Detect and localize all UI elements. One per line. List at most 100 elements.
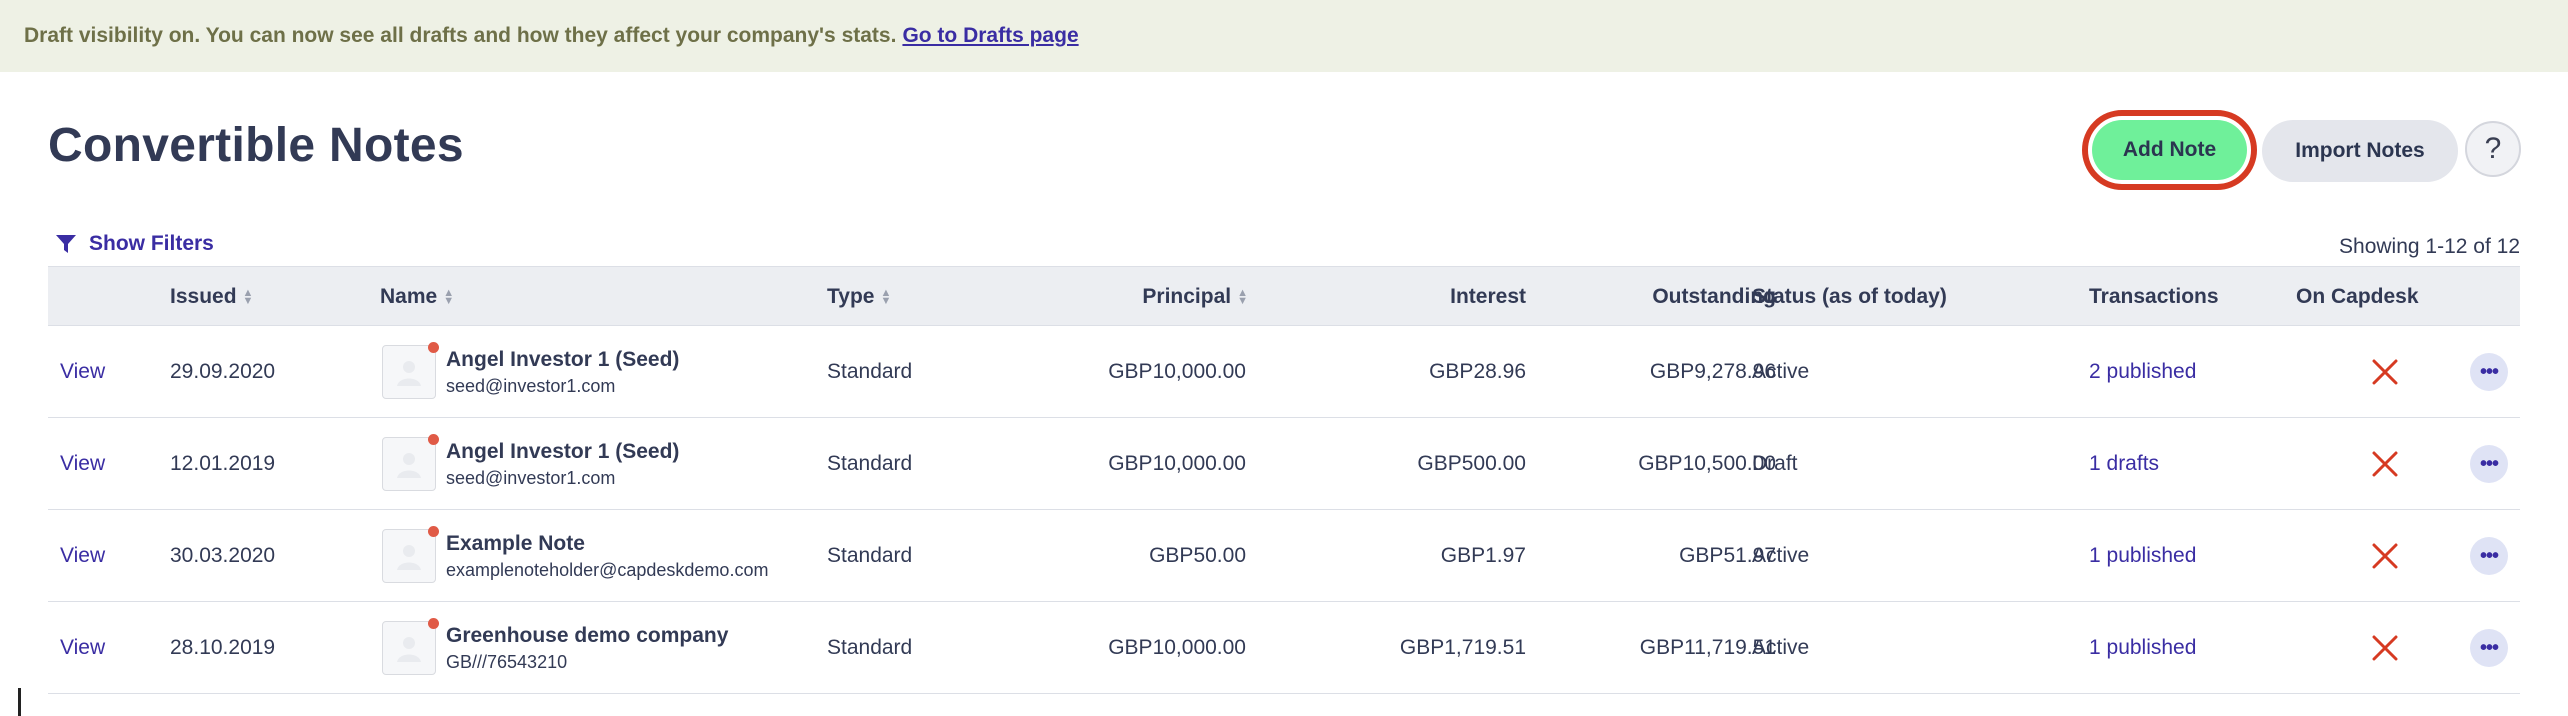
table-row: View 12.01.2019 Angel Investor 1 (Seed) … — [48, 418, 2520, 510]
col-interest: Interest — [1278, 267, 1526, 327]
issued-date: 30.03.2020 — [170, 544, 276, 567]
sort-icon: ▲ ▼ — [443, 287, 455, 307]
more-icon: ••• — [2479, 544, 2499, 567]
cross-icon — [2372, 543, 2398, 569]
col-principal[interactable]: Principal ▲ ▼ — [1048, 267, 1248, 327]
status-value: Draft — [1752, 452, 1798, 475]
avatar — [382, 618, 439, 675]
issued-date: 28.10.2019 — [170, 636, 276, 659]
sort-icon: ▲ ▼ — [1237, 287, 1248, 307]
holder-email: GB///76543210 — [446, 651, 568, 672]
issued-date: 29.09.2020 — [170, 360, 276, 383]
col-issued-label: Issued — [170, 285, 237, 308]
principal-value: GBP10,000.00 — [1108, 360, 1246, 383]
interest-value: GBP1.97 — [1440, 544, 1526, 567]
help-button[interactable]: ? — [2465, 121, 2521, 177]
import-notes-button[interactable]: Import Notes — [2262, 120, 2458, 182]
col-principal-label: Principal — [1142, 285, 1232, 308]
principal-value: GBP10,000.00 — [1108, 452, 1246, 475]
avatar — [382, 434, 439, 491]
note-type: Standard — [827, 636, 913, 659]
more-options-button[interactable]: ••• — [2470, 353, 2508, 391]
note-type: Standard — [827, 360, 913, 383]
note-type: Standard — [827, 544, 913, 567]
more-icon: ••• — [2479, 452, 2499, 475]
add-note-highlight: Add Note — [2082, 110, 2257, 190]
avatar — [382, 526, 439, 583]
more-options-button[interactable]: ••• — [2470, 537, 2508, 575]
transactions-link[interactable]: 1 published — [2089, 636, 2196, 660]
status-dot — [428, 342, 439, 353]
cross-icon — [2372, 359, 2398, 385]
page-title: Convertible Notes — [48, 119, 464, 172]
table-row: View 30.03.2020 Example Note examplenote… — [48, 510, 2520, 602]
holder-name[interactable]: Example Note — [446, 532, 768, 556]
holder-email: seed@investor1.com — [446, 375, 616, 396]
col-outstanding: Outstanding — [1528, 267, 1776, 327]
interest-value: GBP28.96 — [1429, 360, 1526, 383]
col-status-label: Status (as of today) — [1752, 285, 1947, 308]
sort-icon: ▲ ▼ — [242, 287, 254, 307]
help-icon: ? — [2484, 132, 2502, 165]
draft-visibility-banner: Draft visibility on. You can now see all… — [0, 0, 2568, 72]
table-body: View 29.09.2020 Angel Investor 1 (Seed) … — [48, 326, 2520, 694]
banner-text: Draft visibility on. You can now see all… — [24, 24, 897, 47]
notes-table: Issued ▲ ▼ Name ▲ ▼ Type ▲ ▼ Principal ▲ ▼ I… — [48, 266, 2520, 694]
more-options-button[interactable]: ••• — [2470, 445, 2508, 483]
col-on-capdesk-label: On Capdesk — [2296, 285, 2419, 308]
view-link[interactable]: View — [60, 360, 105, 384]
table-header: Issued ▲ ▼ Name ▲ ▼ Type ▲ ▼ Principal ▲ ▼ I… — [48, 266, 2520, 326]
transactions-link[interactable]: 1 published — [2089, 544, 2196, 568]
status-dot — [428, 526, 439, 537]
principal-value: GBP50.00 — [1149, 544, 1246, 567]
more-icon: ••• — [2479, 360, 2499, 383]
status-value: Active — [1752, 636, 1810, 659]
more-options-button[interactable]: ••• — [2470, 629, 2508, 667]
issued-date: 12.01.2019 — [170, 452, 276, 475]
status-dot — [428, 434, 439, 445]
col-name-label: Name — [380, 285, 438, 308]
holder-name[interactable]: Greenhouse demo company — [446, 624, 728, 648]
col-transactions: Transactions — [2089, 267, 2219, 327]
principal-value: GBP10,000.00 — [1108, 636, 1246, 659]
table-row: View 29.09.2020 Angel Investor 1 (Seed) … — [48, 326, 2520, 418]
text-cursor — [18, 688, 21, 716]
go-to-drafts-link[interactable]: Go to Drafts page — [902, 24, 1078, 48]
sort-icon: ▲ ▼ — [880, 287, 892, 307]
holder-name[interactable]: Angel Investor 1 (Seed) — [446, 440, 679, 464]
col-transactions-label: Transactions — [2089, 285, 2219, 308]
col-status: Status (as of today) — [1752, 267, 1947, 327]
col-name[interactable]: Name ▲ ▼ — [380, 267, 454, 327]
cross-icon — [2372, 451, 2398, 477]
view-link[interactable]: View — [60, 544, 105, 568]
interest-value: GBP1,719.51 — [1399, 636, 1526, 659]
transactions-link[interactable]: 1 drafts — [2089, 452, 2159, 476]
col-type[interactable]: Type ▲ ▼ — [827, 267, 891, 327]
view-link[interactable]: View — [60, 636, 105, 660]
avatar-icon — [397, 545, 421, 570]
table-row: View 28.10.2019 Greenhouse demo company … — [48, 602, 2520, 694]
status-value: Active — [1752, 544, 1810, 567]
status-dot — [428, 618, 439, 629]
status-value: Active — [1752, 360, 1810, 383]
add-note-button[interactable]: Add Note — [2092, 120, 2247, 180]
view-link[interactable]: View — [60, 452, 105, 476]
cross-icon — [2372, 635, 2398, 661]
interest-value: GBP500.00 — [1417, 452, 1526, 475]
col-interest-label: Interest — [1450, 285, 1526, 308]
col-on-capdesk: On Capdesk — [2296, 267, 2419, 327]
note-type: Standard — [827, 452, 913, 475]
holder-email: examplenoteholder@capdeskdemo.com — [446, 559, 769, 580]
pagination-summary: Showing 1-12 of 12 — [2339, 235, 2520, 258]
show-filters-label: Show Filters — [89, 232, 214, 255]
col-issued[interactable]: Issued ▲ ▼ — [170, 267, 253, 327]
transactions-link[interactable]: 2 published — [2089, 360, 2196, 384]
avatar-icon — [397, 453, 421, 478]
holder-name[interactable]: Angel Investor 1 (Seed) — [446, 348, 679, 372]
more-icon: ••• — [2479, 636, 2499, 659]
show-filters-toggle[interactable]: Show Filters — [55, 232, 214, 256]
avatar-icon — [397, 361, 421, 386]
avatar-icon — [397, 637, 421, 662]
holder-email: seed@investor1.com — [446, 467, 616, 488]
avatar — [382, 342, 439, 399]
